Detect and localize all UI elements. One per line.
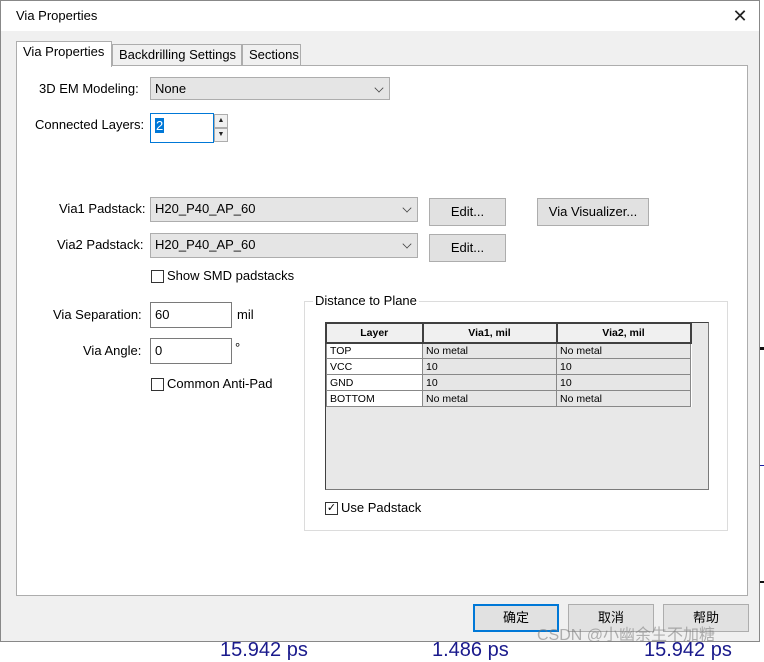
watermark: CSDN @小幽余生不加糖 [537,627,716,644]
tab-backdrilling-settings[interactable]: Backdrilling Settings [112,44,242,66]
via-separation-value: 60 [155,307,170,322]
via-separation-unit: mil [237,307,254,322]
show-smd-label: Show SMD padstacks [167,268,295,283]
layer-cell[interactable]: TOP [326,342,423,359]
via-angle-label: Via Angle: [83,343,142,358]
via2-padstack-label: Via2 Padstack: [57,237,144,252]
via2-cell[interactable]: No metal [556,342,691,359]
spin-down-icon[interactable]: ▼ [214,128,228,142]
via2-padstack-select[interactable]: H20_P40_AP_60 [150,233,418,258]
use-padstack-checkbox[interactable]: ✓ [325,502,338,515]
title-bar[interactable]: Via Properties ✕ [1,1,759,31]
connected-layers-input[interactable]: 2 [150,113,214,143]
chevron-down-icon [402,203,412,213]
via-angle-unit: ° [235,340,241,355]
chevron-down-icon [374,83,384,93]
table-row[interactable]: VCC 10 10 [326,358,691,375]
via-angle-value: 0 [155,343,163,358]
via1-cell[interactable]: No metal [422,390,557,407]
column-header-via1[interactable]: Via1, mil [422,323,558,344]
distance-to-plane-group: Distance to Plane Layer Via1, mil Via2, … [304,293,728,531]
via1-edit-button[interactable]: Edit... [429,198,506,226]
distance-to-plane-title: Distance to Plane [313,293,419,308]
via-separation-input[interactable]: 60 [150,302,232,328]
via-visualizer-button[interactable]: Via Visualizer... [537,198,649,226]
layer-cell[interactable]: BOTTOM [326,390,423,407]
table-row[interactable]: BOTTOM No metal No metal [326,390,691,407]
via1-cell[interactable]: 10 [422,358,557,375]
via2-cell[interactable]: 10 [556,358,691,375]
via-properties-dialog: Via Properties ✕ Via Properties Backdril… [0,0,760,642]
via1-padstack-value: H20_P40_AP_60 [155,201,256,216]
em-modeling-label: 3D EM Modeling: [39,81,139,96]
spin-up-icon[interactable]: ▲ [214,114,228,128]
background-value-2: 1.486 ps [432,639,509,661]
distance-table: Layer Via1, mil Via2, mil TOP No metal N… [326,323,692,407]
connected-layers-label: Connected Layers: [35,117,145,132]
tab-sections[interactable]: Sections [242,44,301,66]
via-properties-panel: 3D EM Modeling: None Connected Layers: 2… [16,65,748,596]
via1-cell[interactable]: No metal [422,342,557,359]
via-angle-input[interactable]: 0 [150,338,232,364]
show-smd-checkbox[interactable] [151,270,164,283]
via-separation-label: Via Separation: [53,307,142,322]
via1-padstack-label: Via1 Padstack: [59,201,146,216]
em-modeling-select[interactable]: None [150,77,390,100]
distance-to-plane-grid[interactable]: Layer Via1, mil Via2, mil TOP No metal N… [325,322,709,490]
column-header-layer[interactable]: Layer [326,323,424,344]
via2-padstack-value: H20_P40_AP_60 [155,237,256,252]
via2-edit-button[interactable]: Edit... [429,234,506,262]
background-value-1: 15.942 ps [220,639,308,661]
via2-cell[interactable]: No metal [556,390,691,407]
via1-padstack-select[interactable]: H20_P40_AP_60 [150,197,418,222]
connected-layers-value: 2 [155,118,165,133]
common-antipad-checkbox[interactable] [151,378,164,391]
layer-cell[interactable]: VCC [326,358,423,375]
close-icon[interactable]: ✕ [727,5,753,27]
layer-cell[interactable]: GND [326,374,423,391]
column-header-via2[interactable]: Via2, mil [556,323,692,344]
common-antipad-label: Common Anti-Pad [167,376,273,391]
via1-cell[interactable]: 10 [422,374,557,391]
via2-cell[interactable]: 10 [556,374,691,391]
use-padstack-label: Use Padstack [341,500,422,515]
table-row[interactable]: GND 10 10 [326,374,691,391]
dialog-title: Via Properties [16,8,98,23]
chevron-down-icon [402,239,412,249]
table-row[interactable]: TOP No metal No metal [326,342,691,359]
tab-via-properties[interactable]: Via Properties [16,41,112,67]
em-modeling-value: None [155,81,187,96]
table-header-row: Layer Via1, mil Via2, mil [326,323,692,344]
